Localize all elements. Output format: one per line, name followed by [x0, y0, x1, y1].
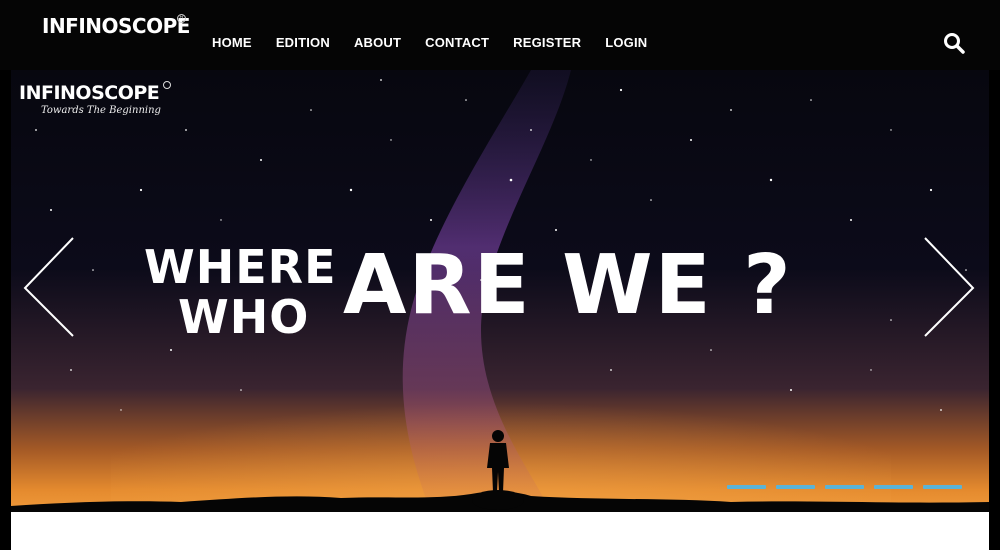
carousel-next-button[interactable]: [921, 236, 977, 340]
nav-about-link[interactable]: ABOUT: [354, 35, 401, 50]
nav-register-link[interactable]: REGISTER: [513, 35, 581, 50]
headline-who: WHO: [178, 290, 310, 344]
search-button[interactable]: [942, 31, 966, 55]
top-navbar: INFINOSCOPE R HOME EDITION ABOUT CONTACT…: [0, 0, 1000, 70]
nav-contact-link[interactable]: CONTACT: [425, 35, 489, 50]
carousel-indicator[interactable]: [776, 485, 815, 489]
nav-home-link[interactable]: HOME: [212, 35, 252, 50]
registered-mark: R: [177, 14, 186, 23]
chevron-right-icon: [924, 237, 975, 337]
hero-tagline: Towards The Beginning: [41, 105, 161, 116]
carousel-indicator[interactable]: [874, 485, 913, 489]
hero-registered-mark: [163, 81, 171, 89]
headline-are-we: ARE WE ?: [343, 238, 793, 333]
hero-logo: INFINOSCOPE: [19, 82, 160, 104]
carousel-indicator[interactable]: [825, 485, 864, 489]
carousel-indicator[interactable]: [923, 485, 962, 489]
site-logo[interactable]: INFINOSCOPE: [42, 14, 190, 38]
carousel-indicators: [727, 485, 962, 489]
carousel-indicator[interactable]: [727, 485, 766, 489]
chevron-left-icon: [23, 237, 74, 337]
hero-carousel: INFINOSCOPE Towards The Beginning WHERE …: [11, 70, 989, 512]
nav-login-link[interactable]: LOGIN: [605, 35, 647, 50]
search-icon: [944, 33, 965, 54]
carousel-prev-button[interactable]: [21, 236, 77, 340]
content-area: [11, 512, 989, 550]
main-nav: HOME EDITION ABOUT CONTACT REGISTER LOGI…: [212, 35, 647, 50]
headline-where: WHERE: [144, 240, 337, 294]
nav-edition-link[interactable]: EDITION: [276, 35, 330, 50]
